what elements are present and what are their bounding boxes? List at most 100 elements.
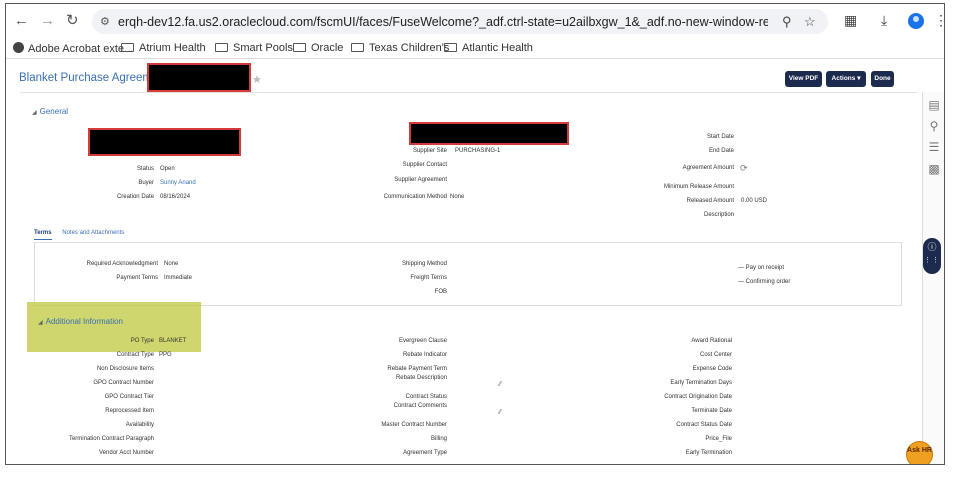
termination-paragraph-label: Termination Contract Paragraph [68,436,154,442]
back-icon[interactable]: ← [14,13,29,29]
contract-status-label: Contract Status [405,394,447,400]
main-content: ◢ General Status Open Buyer Sunny Anand C… [20,92,918,464]
textarea-resize-icon[interactable]: ⁄⁄ [499,409,501,416]
search-icon[interactable]: ⚲ [927,119,941,133]
contract-type-label: Contract Type [116,352,154,358]
payment-terms-value: Immediate [164,275,193,281]
buyer-link[interactable]: Sunny Anand [160,180,196,186]
folder-icon [351,43,364,52]
highlight-annotation [27,302,201,352]
communication-method-label: Communication Method [383,194,447,200]
folder-icon [121,43,134,52]
terms-panel [34,242,902,306]
view-pdf-button[interactable]: View PDF [785,71,822,87]
collapse-icon: ◢ [38,320,43,326]
bookmark-atlantic[interactable]: Atlantic Health [444,42,533,54]
ask-hr-chat-button[interactable]: Ask HR [906,441,933,464]
early-termination-label: Early Termination [685,450,732,456]
bookmark-star-icon[interactable]: ☆ [804,14,816,30]
browser-toolbar: ← → ↻ ⚙ erqh-dev12.fa.us2.oraclecloud.co… [6,4,944,38]
bookmark-oracle[interactable]: Oracle [293,42,343,54]
acrobat-icon [13,42,24,53]
early-termination-days-label: Early Termination Days [670,380,732,386]
billing-label: Billing [430,436,447,442]
contract-comments-label: Contract Comments [393,403,447,409]
rebate-description-label: Rebate Description [395,375,447,381]
payment-terms-label: Payment Terms [116,275,158,281]
reload-icon[interactable]: ↻ [66,13,79,29]
rebate-indicator-label: Rebate Indicator [402,352,447,358]
tab-terms[interactable]: Terms [34,230,52,240]
contract-origination-date-label: Contract Origination Date [664,394,732,400]
download-icon[interactable]: ⤓ [881,12,887,29]
po-type-label: PO Type [130,338,154,344]
zoom-icon[interactable]: ⚲ [782,14,792,30]
price-file-label: Price_File [705,436,732,442]
bookmark-texas-childrens[interactable]: Texas Children's [351,42,449,54]
general-section-header[interactable]: ◢ General [32,107,68,116]
supplier-contact-label: Supplier Contact [402,162,447,168]
minimum-release-label: Minimum Release Amount [663,184,734,190]
grid-dots-icon: ⋮⋮ [924,257,940,264]
supplier-site-label: Supplier Site [412,148,447,154]
chart-icon[interactable]: ▩ [927,162,941,176]
availability-label: Availability [125,422,154,428]
supplier-agreement-label: Supplier Agreement [394,177,447,183]
bookmark-adobe[interactable]: Adobe Acrobat exte... [13,42,133,55]
extensions-icon[interactable]: ▦ [844,12,857,29]
more-menu-icon[interactable]: ⋮ [934,12,944,29]
collapse-icon: ◢ [32,110,37,116]
fob-label: FOB [434,289,447,295]
agreement-type-label: Agreement Type [403,450,447,456]
required-ack-label: Required Acknowledgment [86,261,158,267]
buyer-label: Buyer [138,180,154,186]
creation-date-value: 08/16/2024 [160,194,191,200]
reprocessed-item-label: Reprocessed Item [105,408,154,414]
status-label: Status [136,166,154,172]
help-widget[interactable]: ⓘ ⋮⋮ [923,238,941,274]
award-rational-label: Award Rational [691,338,732,344]
cost-center-label: Cost Center [699,352,732,358]
tab-notes-attachments[interactable]: Notes and Attachments [62,230,124,239]
freight-terms-label: Freight Terms [410,275,447,281]
end-date-label: End Date [708,148,734,154]
url-text[interactable]: erqh-dev12.fa.us2.oraclecloud.com/fscmUI… [118,15,768,29]
creation-date-label: Creation Date [116,194,154,200]
bookmark-atrium[interactable]: Atrium Health [121,42,206,54]
address-bar[interactable]: ⚙ erqh-dev12.fa.us2.oraclecloud.com/fscm… [92,9,828,34]
actions-button[interactable]: Actions ▾ [826,71,866,87]
pay-on-receipt-checkbox[interactable]: — Pay on receipt [738,265,784,271]
bookmarks-bar: Adobe Acrobat exte... Atrium Health Smar… [6,39,944,59]
start-date-label: Start Date [706,134,734,140]
contract-status-date-label: Contract Status Date [676,422,732,428]
page-title: Blanket Purchase Agreement [19,72,168,84]
status-value: Open [160,166,175,172]
rebate-payment-term-label: Rebate Payment Term [387,366,447,372]
document-icon[interactable]: ▤ [927,98,941,112]
confirming-order-checkbox[interactable]: — Confirming order [738,279,790,285]
folder-icon [293,43,306,52]
bookmark-smart-pools[interactable]: Smart Pools [215,42,293,54]
expense-code-label: Expense Code [692,366,732,372]
shipping-method-label: Shipping Method [401,261,447,267]
done-button[interactable]: Done [871,71,894,87]
non-disclosure-label: Non Disclosure Items [96,366,154,372]
evergreen-clause-label: Evergreen Clause [398,338,447,344]
gpo-contract-tier-label: GPO Contract Tier [104,394,154,400]
redacted-supplier-name [409,122,569,145]
site-info-icon[interactable]: ⚙ [100,15,110,28]
forward-icon[interactable]: → [40,13,55,29]
detail-tabs: Terms Notes and Attachments [34,230,133,240]
favorite-star-icon[interactable]: ★ [252,73,262,86]
browser-window: ← → ↻ ⚙ erqh-dev12.fa.us2.oraclecloud.co… [5,3,945,465]
required-ack-value: None [164,261,179,267]
supplier-site-value: PURCHASING-1 [455,148,501,154]
vendor-acct-label: Vendor Acct Number [98,450,154,456]
released-amount-label: Released Amount [686,198,734,204]
right-panel-toolbar: ▤ ⚲ ☰ ▩ ⓘ ⋮⋮ [922,92,944,464]
master-contract-label: Master Contract Number [381,422,447,428]
textarea-resize-icon[interactable]: ⁄⁄ [499,381,501,388]
additional-info-section-header[interactable]: ◢ Additional Information [38,317,123,326]
list-icon[interactable]: ☰ [927,140,941,154]
profile-avatar[interactable] [908,13,924,29]
